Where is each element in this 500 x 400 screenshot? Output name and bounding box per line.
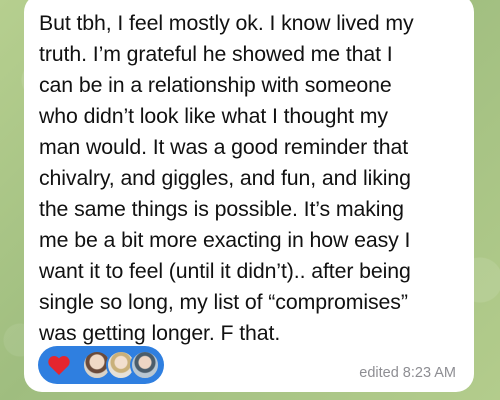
reaction-pill[interactable] [38, 346, 164, 384]
reactor-avatars [82, 350, 160, 380]
heart-icon [46, 352, 72, 378]
message-bubble[interactable]: But tbh, I feel mostly ok. I know lived … [24, 0, 474, 392]
message-text: But tbh, I feel mostly ok. I know lived … [39, 11, 414, 345]
edited-timestamp: edited 8:23 AM [359, 365, 456, 381]
avatar [130, 350, 160, 380]
